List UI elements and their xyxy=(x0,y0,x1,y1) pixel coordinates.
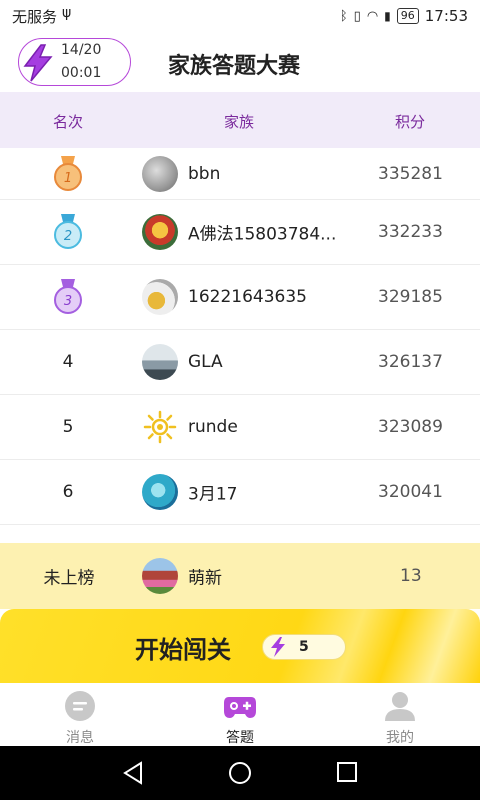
family-score: 326137 xyxy=(378,352,443,372)
gold-medal-icon: 1 xyxy=(54,155,82,191)
tab-label: 我的 xyxy=(386,730,414,746)
battery-indicator: 96 xyxy=(396,8,419,24)
system-nav-bar xyxy=(0,746,480,800)
rank-number: 6 xyxy=(62,482,74,502)
user-icon xyxy=(385,692,415,721)
bronze-medal-icon: 3 xyxy=(54,279,82,314)
header: 14/20 00:01 家族答题大赛 xyxy=(0,32,480,92)
carrier-text: 无服务 xyxy=(12,7,58,26)
table-row[interactable]: 5 runde 323089 xyxy=(0,395,480,460)
my-family-name: 萌新 xyxy=(188,568,222,589)
rank-number: 4 xyxy=(62,352,74,372)
energy-count: 14/20 xyxy=(61,42,102,58)
svg-text:1: 1 xyxy=(64,171,72,186)
table-row[interactable]: 6 3月17 320041 xyxy=(0,460,480,525)
family-name: 16221643635 xyxy=(188,287,307,307)
sun-icon xyxy=(143,410,177,444)
family-name: 3月17 xyxy=(188,484,238,505)
my-rank: 未上榜 xyxy=(43,568,95,589)
energy-widget[interactable]: 14/20 00:01 xyxy=(18,38,131,86)
avatar xyxy=(142,279,178,315)
wifi-icon: ◠ xyxy=(366,8,379,24)
home-icon[interactable] xyxy=(228,761,252,785)
avatar xyxy=(142,558,178,594)
lightning-icon xyxy=(271,637,285,657)
clock: 17:53 xyxy=(424,7,468,25)
avatar xyxy=(142,214,178,250)
family-name: bbn xyxy=(188,163,221,184)
tab-messages[interactable]: 消息 xyxy=(0,683,160,746)
lightning-icon xyxy=(23,44,53,82)
family-score: 320041 xyxy=(378,482,443,502)
family-name: GLA xyxy=(188,352,223,372)
energy-cost: 5 xyxy=(299,639,309,655)
status-icons: ᛒ ▯ ◠ ▮ 96 17:53 xyxy=(340,7,468,25)
col-family: 家族 xyxy=(224,113,255,131)
table-row[interactable]: 2 A佛法15803784... 332233 xyxy=(0,200,480,265)
avatar xyxy=(142,409,178,445)
family-score: 335281 xyxy=(378,163,443,184)
energy-cost-pill: 5 xyxy=(262,634,346,660)
svg-text:3: 3 xyxy=(64,294,72,309)
col-rank: 名次 xyxy=(53,113,84,131)
message-icon xyxy=(65,691,95,721)
silver-medal-icon: 2 xyxy=(54,214,82,249)
svg-text:2: 2 xyxy=(64,229,72,244)
status-bar: 无服务 ψ ᛒ ▯ ◠ ▮ 96 17:53 xyxy=(0,0,480,32)
recents-icon[interactable] xyxy=(336,761,358,783)
table-header: 名次 家族 积分 xyxy=(0,92,480,148)
back-icon[interactable] xyxy=(122,761,144,785)
sim-icon: ▮ xyxy=(384,9,391,23)
my-family-row[interactable]: 未上榜 萌新 13 xyxy=(0,543,480,609)
table-row[interactable]: 4 GLA 326137 xyxy=(0,330,480,395)
family-name: runde xyxy=(188,417,238,437)
bluetooth-icon: ᛒ xyxy=(339,8,348,24)
avatar xyxy=(142,155,178,192)
table-row[interactable]: 1 bbn 335281 xyxy=(0,148,480,200)
family-score: 332233 xyxy=(378,222,443,242)
family-name: A佛法15803784... xyxy=(188,224,337,245)
my-family-score: 13 xyxy=(400,566,422,586)
start-label: 开始闯关 xyxy=(135,636,231,664)
table-row[interactable]: 3 16221643635 329185 xyxy=(0,265,480,330)
leaderboard-list: 1 bbn 335281 2 A佛法15803784... 332233 3 1… xyxy=(0,148,480,525)
page-title: 家族答题大赛 xyxy=(168,54,301,79)
family-score: 329185 xyxy=(378,287,443,307)
vibrate-icon: ▯ xyxy=(353,8,361,24)
tab-label: 答题 xyxy=(226,730,254,746)
bottom-tab-bar: 消息 答题 我的 xyxy=(0,683,480,746)
start-challenge-button[interactable]: 开始闯关 5 xyxy=(0,609,480,683)
tab-label: 消息 xyxy=(66,730,94,746)
tab-profile[interactable]: 我的 xyxy=(320,683,480,746)
rank-number: 5 xyxy=(62,417,74,437)
avatar xyxy=(142,344,178,380)
tab-quiz[interactable]: 答题 xyxy=(160,683,320,746)
gamepad-icon xyxy=(224,697,256,718)
usb-icon: ψ xyxy=(62,5,72,21)
family-score: 323089 xyxy=(378,417,443,437)
col-score: 积分 xyxy=(395,113,426,131)
energy-timer: 00:01 xyxy=(61,65,102,81)
avatar xyxy=(142,474,178,510)
